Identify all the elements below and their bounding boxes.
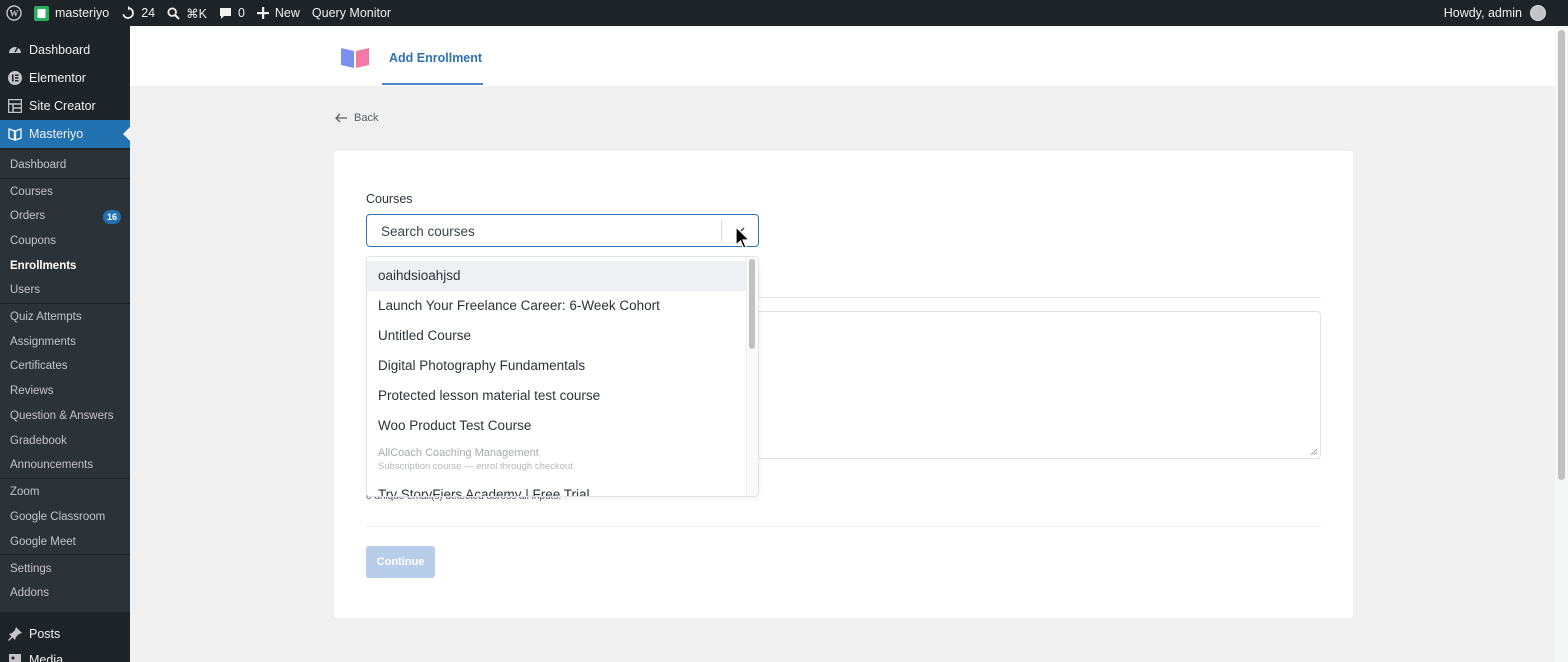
submenu-enrollments[interactable]: Enrollments xyxy=(10,260,76,272)
site-icon xyxy=(34,5,49,21)
avatar xyxy=(1530,5,1546,21)
orders-count-badge: 16 xyxy=(103,210,121,224)
new-label: New xyxy=(274,6,300,20)
course-option[interactable]: Untitled Course xyxy=(367,321,747,351)
submenu-certificates[interactable]: Certificates xyxy=(10,360,68,372)
submenu-addons[interactable]: Addons xyxy=(10,587,49,599)
elementor-icon xyxy=(8,71,22,85)
submenu-divider xyxy=(0,554,130,555)
updates-link[interactable]: 24 xyxy=(115,0,161,26)
resize-handle-icon[interactable] xyxy=(1310,448,1318,456)
admin-bar: W masteriyo 24 ⌘K 0 New Query Monitor Ho… xyxy=(0,0,1568,26)
comments-link[interactable]: 0 xyxy=(213,0,251,26)
dropdown-scrollbar[interactable] xyxy=(746,257,758,496)
tab-add-enrollment[interactable]: Add Enrollment xyxy=(389,51,482,65)
submenu-users[interactable]: Users xyxy=(10,284,40,296)
select-divider xyxy=(721,220,722,242)
course-option[interactable]: Woo Product Test Course xyxy=(367,411,747,441)
my-account-link[interactable]: Howdy, admin xyxy=(1444,0,1546,26)
page-scrollbar[interactable] xyxy=(1555,26,1568,662)
sidebar-item-masteriyo[interactable]: Masteriyo xyxy=(0,120,130,148)
arrow-left-icon xyxy=(335,113,347,123)
admin-sidebar: Dashboard Elementor Site Creator Masteri… xyxy=(0,26,130,662)
submenu-settings[interactable]: Settings xyxy=(10,563,52,575)
svg-text:W: W xyxy=(10,9,19,19)
submenu-divider xyxy=(0,478,130,479)
courses-select[interactable] xyxy=(366,214,759,247)
submenu-announcements[interactable]: Announcements xyxy=(10,459,93,471)
mouse-cursor-icon xyxy=(735,226,751,249)
comments-count: 0 xyxy=(237,6,245,20)
submenu-gradebook[interactable]: Gradebook xyxy=(10,435,67,447)
sidebar-item-posts[interactable]: Posts xyxy=(0,620,130,648)
submenu-google-classroom[interactable]: Google Classroom xyxy=(10,511,105,523)
sidebar-item-elementor[interactable]: Elementor xyxy=(0,64,130,92)
query-monitor-link[interactable]: Query Monitor xyxy=(306,0,397,26)
continue-button[interactable]: Continue xyxy=(366,546,435,578)
submenu-orders[interactable]: Orders xyxy=(10,210,45,222)
course-option-note: Subscription course — enrol through chec… xyxy=(378,461,573,472)
submenu-divider xyxy=(0,303,130,304)
submenu-coupons[interactable]: Coupons xyxy=(10,235,56,247)
page-scroll-thumb[interactable] xyxy=(1558,30,1565,480)
course-option-label: AllCoach Coaching Management xyxy=(378,447,539,459)
pin-icon xyxy=(8,627,22,641)
submenu-assignments[interactable]: Assignments xyxy=(10,336,76,348)
sidebar-item-site-creator[interactable]: Site Creator xyxy=(0,92,130,120)
courses-dropdown-menu: oaihdsioahjsd Launch Your Freelance Care… xyxy=(366,256,759,497)
search-icon xyxy=(167,6,180,20)
updates-icon xyxy=(122,6,135,19)
back-link[interactable]: Back xyxy=(335,112,378,124)
masteriyo-logo-icon xyxy=(341,48,369,68)
course-option[interactable]: oaihdsioahjsd xyxy=(367,261,747,291)
active-tab-indicator xyxy=(382,83,483,85)
wordpress-icon: W xyxy=(6,5,22,21)
masteriyo-icon xyxy=(8,127,22,141)
comment-icon xyxy=(219,7,231,19)
submenu-divider xyxy=(0,178,130,179)
grid-icon xyxy=(8,99,22,113)
plus-icon xyxy=(256,7,269,19)
page-header: Add Enrollment xyxy=(130,26,1555,86)
updates-count: 24 xyxy=(141,6,156,20)
howdy-text: Howdy, admin xyxy=(1443,6,1522,20)
submenu-quiz-attempts[interactable]: Quiz Attempts xyxy=(10,311,82,323)
submenu-courses[interactable]: Courses xyxy=(10,186,53,198)
section-divider xyxy=(366,526,1321,527)
course-option[interactable]: Launch Your Freelance Career: 6-Week Coh… xyxy=(367,291,747,321)
course-option[interactable]: Digital Photography Fundamentals xyxy=(367,351,747,381)
wordpress-logo-button[interactable]: W xyxy=(0,0,28,26)
submenu-question-answers[interactable]: Question & Answers xyxy=(10,410,114,422)
submenu-zoom[interactable]: Zoom xyxy=(10,486,39,498)
course-option[interactable]: Protected lesson material test course xyxy=(367,381,747,411)
course-option[interactable]: Try StoryFiers Academy | Free Trial xyxy=(367,487,747,496)
search-courses-input[interactable] xyxy=(381,221,711,241)
submenu-dashboard[interactable]: Dashboard xyxy=(10,159,66,171)
gauge-icon xyxy=(8,43,22,57)
search-shortcut: ⌘K xyxy=(186,6,207,21)
masteriyo-submenu: Dashboard Courses Orders 16 Coupons Enro… xyxy=(0,150,130,612)
site-name: masteriyo xyxy=(55,6,110,20)
submenu-reviews[interactable]: Reviews xyxy=(10,385,53,397)
search-link[interactable]: ⌘K xyxy=(161,0,213,26)
media-icon xyxy=(8,653,22,662)
dropdown-scroll-thumb[interactable] xyxy=(749,259,755,349)
site-name-link[interactable]: masteriyo xyxy=(28,0,115,26)
submenu-google-meet[interactable]: Google Meet xyxy=(10,536,76,548)
courses-label: Courses xyxy=(366,192,413,206)
new-content-link[interactable]: New xyxy=(251,0,306,26)
course-option-disabled: AllCoach Coaching Management Subscriptio… xyxy=(367,447,747,479)
sidebar-item-dashboard[interactable]: Dashboard xyxy=(0,36,130,64)
sidebar-item-media[interactable]: Media xyxy=(0,646,130,662)
